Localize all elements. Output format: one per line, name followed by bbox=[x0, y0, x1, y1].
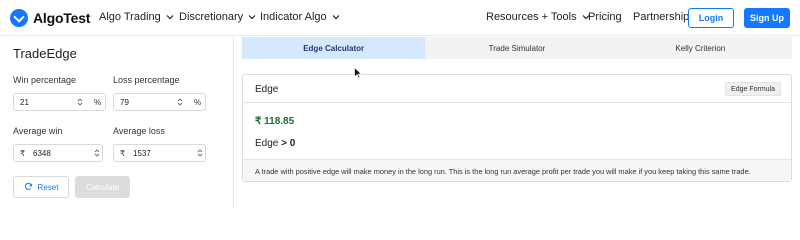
menu-label: Algo Trading bbox=[99, 11, 161, 23]
menu-resources-tools[interactable]: Resources + Tools bbox=[486, 11, 591, 23]
menu-discretionary[interactable]: Discretionary bbox=[179, 11, 257, 23]
stepper-icon[interactable] bbox=[177, 97, 183, 107]
menu-label: Discretionary bbox=[179, 11, 244, 23]
stepper-icon[interactable] bbox=[94, 148, 100, 158]
win-percentage-label: Win percentage bbox=[13, 75, 77, 85]
percent-unit: % bbox=[94, 98, 102, 107]
card-footer: A trade with positive edge will make mon… bbox=[243, 159, 791, 181]
chevron-down-icon bbox=[165, 12, 175, 22]
loss-percentage-label: Loss percentage bbox=[113, 75, 180, 85]
login-button[interactable]: Login bbox=[688, 8, 734, 28]
average-loss-label: Average loss bbox=[113, 126, 165, 136]
win-percentage-value: 21 bbox=[20, 98, 29, 107]
tradeedge-input-panel: TradeEdge Win percentage 21 % Loss perce… bbox=[0, 37, 234, 209]
menu-indicator-algo[interactable]: Indicator Algo bbox=[260, 11, 341, 23]
calculator-tabs: Edge Calculator Trade Simulator Kelly Cr… bbox=[242, 37, 792, 59]
edge-status: Edge > 0 bbox=[255, 138, 295, 149]
card-title: Edge bbox=[255, 84, 279, 95]
edge-status-prefix: Edge bbox=[255, 138, 279, 149]
percent-unit: % bbox=[194, 98, 202, 107]
reset-label: Reset bbox=[37, 182, 59, 192]
chevron-down-icon bbox=[331, 12, 341, 22]
logo[interactable]: AlgoTest bbox=[10, 9, 90, 27]
rupee-currency-icon: ₹ bbox=[120, 149, 126, 158]
average-win-label: Average win bbox=[13, 126, 63, 136]
calculate-button[interactable]: Calculate bbox=[75, 176, 130, 198]
stepper-icon[interactable] bbox=[77, 97, 83, 107]
signup-button[interactable]: Sign Up bbox=[744, 8, 790, 28]
menu-label: Pricing bbox=[588, 11, 622, 23]
menu-pricing[interactable]: Pricing bbox=[588, 11, 622, 23]
average-loss-value: 1537 bbox=[133, 149, 151, 158]
edge-status-value: > 0 bbox=[281, 138, 296, 149]
average-win-value: 6348 bbox=[33, 149, 51, 158]
menu-label: Partnership bbox=[633, 11, 690, 23]
tab-trade-simulator[interactable]: Trade Simulator bbox=[425, 37, 608, 59]
logo-text: AlgoTest bbox=[33, 10, 91, 26]
edge-formula-button[interactable]: Edge Formula bbox=[725, 82, 781, 96]
edge-explanation-text: A trade with positive edge will make mon… bbox=[255, 167, 751, 176]
card-header: Edge Edge Formula bbox=[243, 75, 791, 103]
rupee-currency-icon: ₹ bbox=[20, 149, 26, 158]
edge-result-card: Edge Edge Formula ₹ 118.85 Edge > 0 A tr… bbox=[242, 74, 792, 182]
loss-percentage-input[interactable]: 79 % bbox=[113, 93, 206, 111]
reset-button[interactable]: Reset bbox=[13, 176, 69, 198]
mouse-cursor-icon bbox=[354, 66, 363, 79]
win-percentage-input[interactable]: 21 % bbox=[13, 93, 106, 111]
edge-value: ₹ 118.85 bbox=[255, 116, 295, 127]
menu-label: Indicator Algo bbox=[260, 11, 327, 23]
algotest-logo-icon bbox=[10, 9, 28, 27]
menu-algo-trading[interactable]: Algo Trading bbox=[99, 11, 175, 23]
loss-percentage-value: 79 bbox=[120, 98, 129, 107]
menu-partnership[interactable]: Partnership bbox=[633, 11, 689, 23]
menu-label: Resources + Tools bbox=[486, 11, 577, 23]
chevron-down-icon bbox=[247, 12, 257, 22]
refresh-icon bbox=[24, 182, 33, 193]
average-loss-input[interactable]: ₹ 1537 bbox=[113, 144, 206, 162]
panel-title: TradeEdge bbox=[13, 46, 77, 61]
tab-kelly-criterion[interactable]: Kelly Criterion bbox=[609, 37, 792, 59]
top-navbar: AlgoTest Algo Trading Discretionary Indi… bbox=[0, 0, 800, 36]
tab-edge-calculator[interactable]: Edge Calculator bbox=[242, 37, 426, 59]
stepper-icon[interactable] bbox=[197, 148, 203, 158]
average-win-input[interactable]: ₹ 6348 bbox=[13, 144, 103, 162]
